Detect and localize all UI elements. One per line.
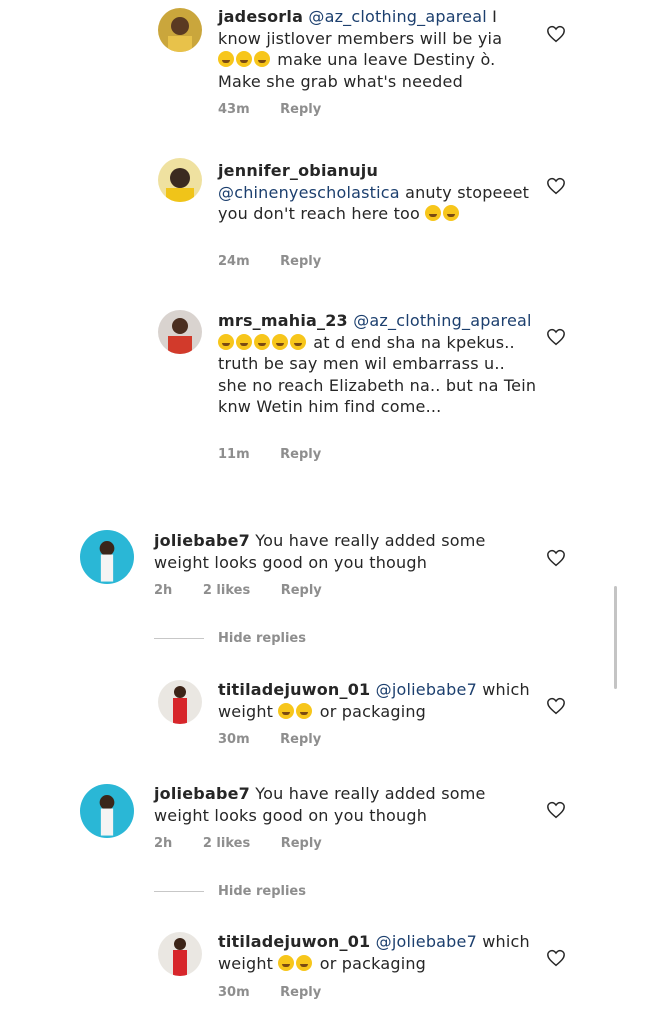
avatar[interactable]	[158, 680, 202, 724]
laughing-emoji-icon	[296, 702, 313, 719]
reply-button[interactable]: Reply	[280, 985, 321, 1000]
comment-body: joliebabe7 You have really added some we…	[154, 530, 514, 573]
reply-button[interactable]: Reply	[280, 254, 321, 269]
laughing-emoji-icon	[443, 205, 460, 221]
heart-icon[interactable]	[546, 697, 566, 715]
laughing-emoji-icon	[236, 333, 252, 350]
reply-button[interactable]: Reply	[281, 583, 322, 598]
reply-button[interactable]: Reply	[280, 732, 321, 747]
avatar[interactable]	[158, 158, 202, 202]
comment-meta: 24m Reply	[218, 254, 347, 269]
avatar[interactable]	[158, 932, 202, 976]
comment-time: 11m	[218, 447, 250, 462]
heart-icon[interactable]	[546, 801, 566, 819]
comment-meta: 43m Reply	[218, 102, 347, 117]
comment-meta: 2h 2 likes Reply	[154, 583, 348, 598]
laughing-emoji-icon	[296, 954, 313, 971]
divider	[154, 638, 204, 639]
laughing-emoji-icon	[278, 702, 295, 719]
comment-body: titiladejuwon_01 @joliebabe7 which weigh…	[218, 679, 538, 722]
likes-count[interactable]: 2 likes	[203, 583, 250, 598]
hide-replies-button[interactable]: Hide replies	[218, 631, 306, 646]
laughing-emoji-icon	[425, 205, 442, 221]
heart-icon[interactable]	[546, 25, 566, 43]
comment-time: 43m	[218, 102, 250, 117]
comment-time: 30m	[218, 985, 250, 1000]
comment-mention[interactable]: @chinenyescholastica	[218, 183, 400, 202]
comment-username[interactable]: joliebabe7	[154, 784, 250, 803]
laughing-emoji-icon	[290, 333, 306, 350]
comment-mention[interactable]: @joliebabe7	[376, 680, 477, 699]
comment-username[interactable]: mrs_mahia_23	[218, 311, 348, 330]
comment-time: 2h	[154, 836, 173, 851]
reply-button[interactable]: Reply	[281, 836, 322, 851]
comment-mention[interactable]: @joliebabe7	[376, 932, 477, 951]
comment-username[interactable]: joliebabe7	[154, 531, 250, 550]
likes-count[interactable]: 2 likes	[203, 836, 250, 851]
comment-body: jennifer_obianuju @chinenyescholastica a…	[218, 160, 538, 225]
divider	[154, 891, 204, 892]
comment-mention[interactable]: @az_clothing_apareal	[353, 311, 531, 330]
laughing-emoji-icon	[218, 51, 234, 67]
reply-button[interactable]: Reply	[280, 102, 321, 117]
comment-time: 24m	[218, 254, 250, 269]
avatar[interactable]	[80, 784, 134, 838]
comment-username[interactable]: titiladejuwon_01	[218, 680, 370, 699]
comment-meta: 11m Reply	[218, 447, 347, 462]
comment-meta: 2h 2 likes Reply	[154, 836, 348, 851]
reply-button[interactable]: Reply	[280, 447, 321, 462]
comment-username[interactable]: jennifer_obianuju	[218, 161, 378, 180]
scrollbar[interactable]	[614, 586, 617, 689]
laughing-emoji-icon	[254, 51, 270, 67]
comment-body: jadesorla @az_clothing_apareal I know ji…	[218, 6, 538, 92]
hide-replies-button[interactable]: Hide replies	[218, 884, 306, 899]
laughing-emoji-icon	[254, 333, 270, 350]
comment-username[interactable]: titiladejuwon_01	[218, 932, 370, 951]
avatar[interactable]	[158, 310, 202, 354]
heart-icon[interactable]	[546, 177, 566, 195]
comment-text-continued: or packaging	[314, 953, 427, 973]
avatar[interactable]	[158, 8, 202, 52]
laughing-emoji-icon	[278, 954, 295, 971]
laughing-emoji-icon	[236, 51, 252, 67]
heart-icon[interactable]	[546, 328, 566, 346]
laughing-emoji-icon	[272, 333, 288, 350]
comment-body: joliebabe7 You have really added some we…	[154, 783, 514, 826]
comment-body: titiladejuwon_01 @joliebabe7 which weigh…	[218, 931, 538, 974]
avatar[interactable]	[80, 530, 134, 584]
comment-mention[interactable]: @az_clothing_apareal	[308, 7, 486, 26]
comment-text-continued: or packaging	[314, 701, 427, 721]
heart-icon[interactable]	[546, 549, 566, 567]
comment-username[interactable]: jadesorla	[218, 7, 303, 26]
comment-meta: 30m Reply	[218, 732, 347, 747]
comment-time: 30m	[218, 732, 250, 747]
comment-meta: 30m Reply	[218, 985, 347, 1000]
heart-icon[interactable]	[546, 949, 566, 967]
comment-body: mrs_mahia_23 @az_clothing_apareal at d e…	[218, 310, 538, 418]
comment-time: 2h	[154, 583, 173, 598]
laughing-emoji-icon	[218, 333, 234, 350]
